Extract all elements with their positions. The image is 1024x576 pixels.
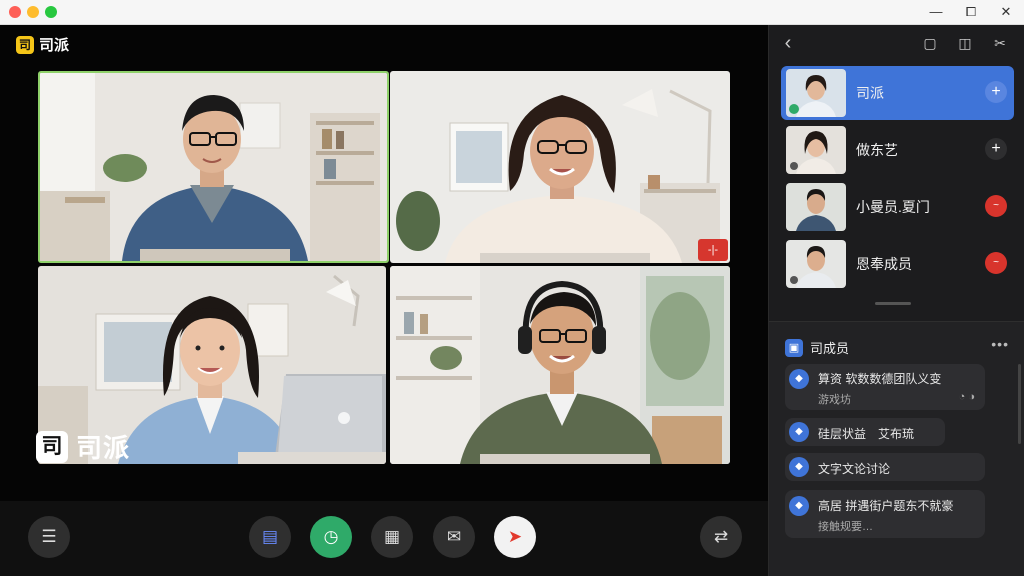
resize-handle[interactable] <box>875 302 911 305</box>
watermark-logo-icon: 司 <box>36 430 68 463</box>
group-icon: ▣ <box>785 338 803 357</box>
chat-card[interactable]: ◆ 算资 软数数德团队义变 游戏坊 ◔ ◑ <box>785 364 985 410</box>
minimize-icon[interactable]: — <box>927 3 945 21</box>
close-window-button[interactable] <box>9 6 21 18</box>
card-text: 文字文论讨论 <box>818 462 891 476</box>
send-button[interactable]: ➤ <box>494 516 536 558</box>
app-watermark: 司 司派 <box>36 428 130 465</box>
section-header: ▣ 司成员 <box>785 338 849 357</box>
member-row[interactable]: 做东艺 + <box>781 123 1014 177</box>
participant-video-4 <box>390 266 730 464</box>
chat-card[interactable]: ◆ 文字文论讨论 <box>785 453 985 481</box>
heart-shield-icon: ◆ <box>789 369 809 389</box>
timer-button[interactable]: ◷ <box>310 516 352 558</box>
group-section: ▣ 司成员 ••• ◆ 算资 软数数德团队义变 游戏坊 ◔ ◑ ◆ 硅层状益 艾… <box>769 321 1024 576</box>
card-subtext: 接触规要… <box>818 521 873 533</box>
avatar <box>786 183 846 231</box>
member-row[interactable]: 小曼员.夏门 ~ <box>781 180 1014 234</box>
panel-header: ‹ ▢ ◫ ✂ <box>769 25 1024 61</box>
side-panel: ‹ ▢ ◫ ✂ 司派 + 做东艺 + 小曼员.夏门 ~ 恩奉成员 ~ ▣ 司成员… <box>768 25 1024 576</box>
card-text: 算资 软数数德团队义变 <box>818 372 942 386</box>
title-bar: — ⧠ ✕ <box>0 0 1024 25</box>
folder-icon: ◆ <box>789 422 809 442</box>
watermark-text: 司派 <box>76 433 131 463</box>
note-icon[interactable]: ▢ <box>921 34 939 52</box>
avatar <box>786 69 846 117</box>
message-button[interactable]: ✉ <box>433 516 475 558</box>
member-name: 做东艺 <box>856 142 898 158</box>
member-name: 恩奉成员 <box>856 256 912 272</box>
minimize-window-button[interactable] <box>27 6 39 18</box>
zoom-window-button[interactable] <box>45 6 57 18</box>
member-row[interactable]: 司派 + <box>781 66 1014 120</box>
card-subtext: 游戏坊 <box>818 394 851 406</box>
card-text: 高居 拼遇街户题东不就豪 <box>818 499 954 513</box>
restore-icon[interactable]: ⧠ <box>962 3 980 21</box>
camera-icon[interactable]: ◫ <box>956 34 974 52</box>
video-tile-4[interactable] <box>390 266 730 464</box>
member-name: 小曼员.夏门 <box>856 199 930 215</box>
mic-muted-badge[interactable]: -|- <box>698 239 728 261</box>
chat-card[interactable]: ◆ 高居 拼遇街户题东不就豪 接触规要… <box>785 490 985 538</box>
control-bar: ☰ ▤ ◷ ▦ ✉ ➤ ⇄ <box>0 501 768 576</box>
app-name: 司派 <box>39 37 70 54</box>
scrollbar[interactable] <box>1018 364 1021 444</box>
diamond-icon: ◆ <box>789 457 809 477</box>
member-row[interactable]: 恩奉成员 ~ <box>781 237 1014 291</box>
avatar <box>786 126 846 174</box>
mic-muted-icon[interactable]: ~ <box>985 252 1007 274</box>
participant-video-1 <box>40 73 387 261</box>
member-name: 司派 <box>856 85 884 101</box>
status-icons: ◔ ◑ <box>958 391 975 403</box>
section-title: 司成员 <box>810 341 850 356</box>
chat-card[interactable]: ◆ 硅层状益 艾布琉 <box>785 418 945 446</box>
app-logo: 司 司派 <box>16 34 69 55</box>
logo-icon: 司 <box>16 35 34 54</box>
video-tile-1[interactable] <box>38 71 389 263</box>
add-icon[interactable]: + <box>985 138 1007 160</box>
participants-list-button[interactable]: ☰ <box>28 516 70 558</box>
app-window: — ⧠ ✕ 司 司派 -|- 司 司派 ☰ ▤ ◷ ▦ ✉ ➤ ⇄ ‹ ▢ ◫ … <box>0 0 1024 576</box>
switch-camera-button[interactable]: ⇄ <box>700 516 742 558</box>
video-tile-2[interactable]: -|- <box>390 71 730 263</box>
add-icon[interactable]: + <box>985 81 1007 103</box>
more-options-icon[interactable]: ••• <box>991 336 1009 352</box>
layout-button[interactable]: ▤ <box>249 516 291 558</box>
back-chevron-icon[interactable]: ‹ <box>779 33 797 53</box>
avatar <box>786 240 846 288</box>
card-text: 硅层状益 艾布琉 <box>818 427 915 441</box>
participant-video-2 <box>390 71 730 263</box>
video-stage: 司 司派 -|- 司 司派 <box>0 25 768 501</box>
share-screen-button[interactable]: ▦ <box>371 516 413 558</box>
info-icon: ◆ <box>789 496 809 516</box>
close-icon[interactable]: ✕ <box>997 3 1015 21</box>
scissors-icon[interactable]: ✂ <box>991 34 1009 52</box>
mic-muted-icon[interactable]: ~ <box>985 195 1007 217</box>
